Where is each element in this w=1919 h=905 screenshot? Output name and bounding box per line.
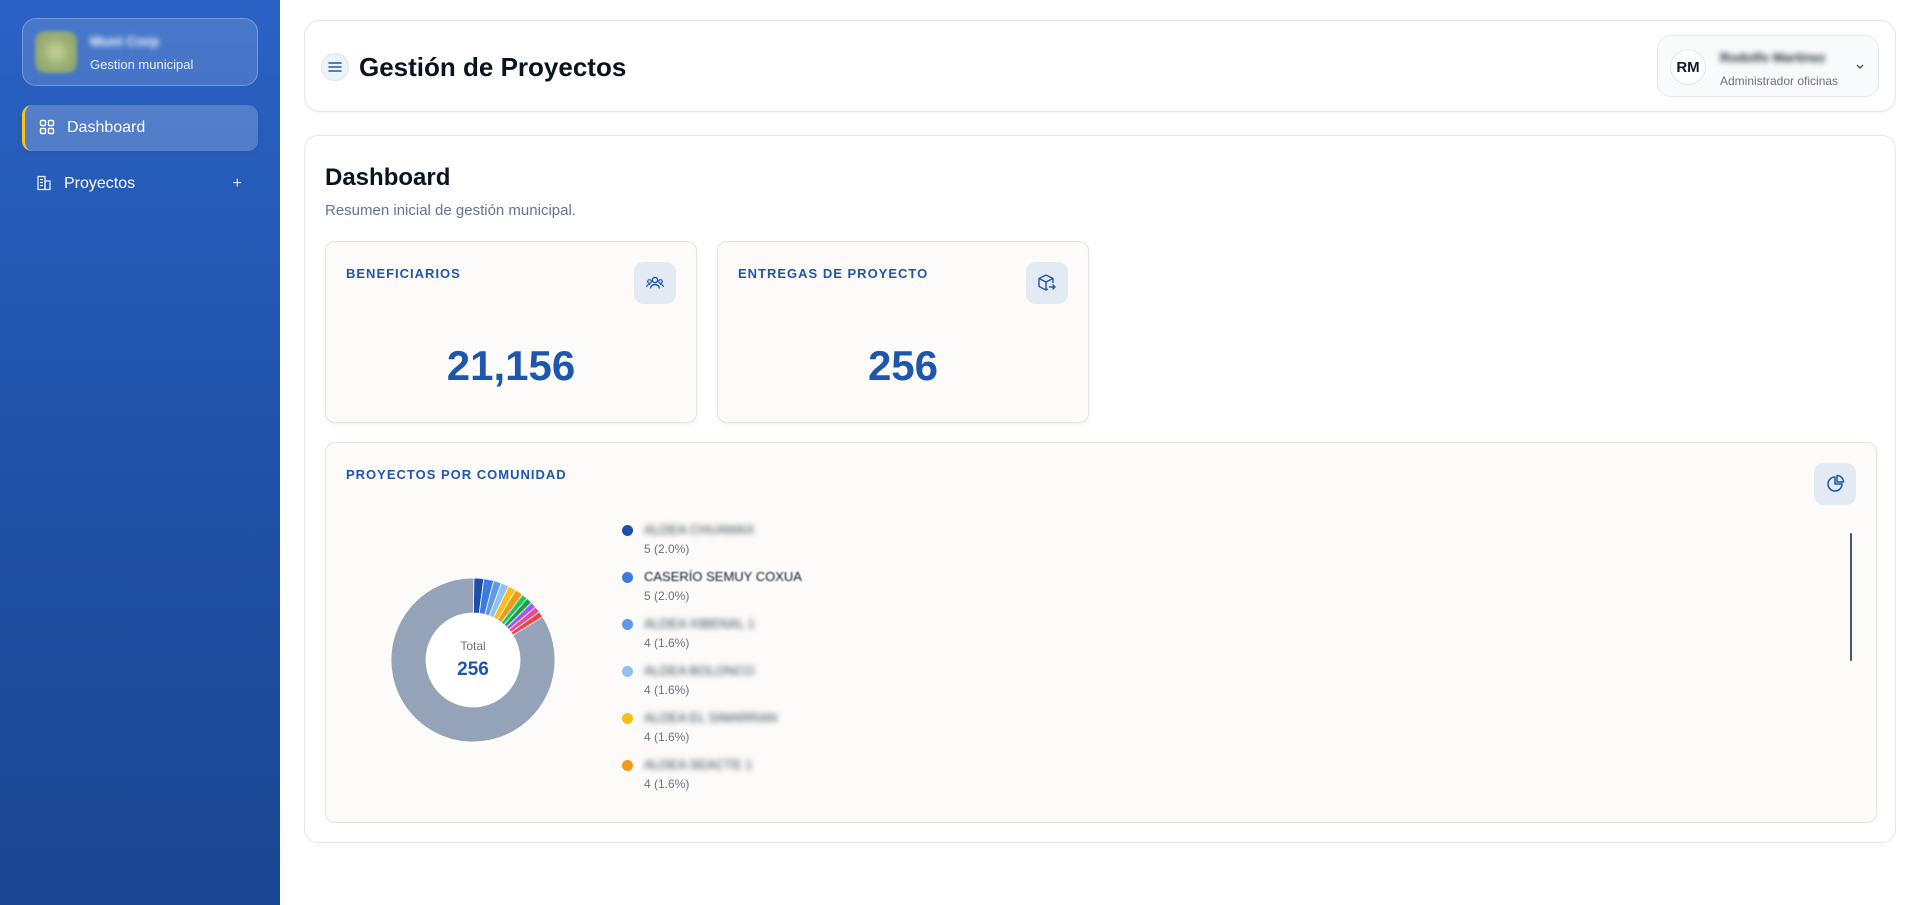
- beneficiarios-card: BENEFICIARIOS 21,156: [325, 241, 697, 423]
- top-header: Gestión de Proyectos RM Rodolfo Martinez…: [304, 20, 1896, 112]
- legend-value: 4 (1.6%): [644, 777, 690, 791]
- legend-dot: [622, 713, 633, 724]
- user-name: Rodolfo Martinez: [1720, 50, 1826, 65]
- section-title: Dashboard: [325, 164, 451, 191]
- menu-toggle-button[interactable]: [321, 53, 349, 81]
- legend-name: CASERÍO SEMUY COXUA: [644, 569, 802, 584]
- brand-logo: [35, 31, 77, 73]
- avatar: RM: [1670, 49, 1706, 85]
- legend-name: ALDEA XIBENAL 1: [644, 616, 755, 631]
- legend-value: 5 (2.0%): [644, 589, 690, 603]
- entregas-value: 256: [867, 342, 939, 389]
- legend-item[interactable]: ALDEA BOLONCO 4 (1.6%): [622, 662, 922, 709]
- chart-label: PROYECTOS POR COMUNIDAD: [346, 467, 567, 482]
- legend-dot: [622, 572, 633, 583]
- legend-value: 5 (2.0%): [644, 542, 690, 556]
- legend-name: ALDEA BOLONCO: [644, 663, 755, 678]
- legend-value: 4 (1.6%): [644, 683, 690, 697]
- chart-legend: ALDEA CHUAMAX 5 (2.0%) CASERÍO SEMUY COXUA…: [622, 521, 922, 803]
- legend-value: 4 (1.6%): [644, 730, 690, 744]
- legend-item[interactable]: ALDEA EL SIMARRAN 4 (1.6%): [622, 709, 922, 756]
- entregas-card: ENTREGAS DE PROYECTO 256: [717, 241, 1089, 423]
- card-icon-box: [634, 262, 676, 304]
- building-icon: [37, 175, 51, 191]
- section-subtitle: Resumen inicial de gestión municipal.: [325, 202, 576, 219]
- box-arrow-icon: [1038, 274, 1056, 291]
- legend-dot: [622, 619, 633, 630]
- donut-total-value: 256: [457, 659, 489, 680]
- sidebar-item-label: Dashboard: [67, 119, 146, 136]
- legend-dot: [622, 760, 633, 771]
- dashboard-panel: Dashboard Resumen inicial de gestión mun…: [304, 135, 1896, 843]
- legend-dot: [622, 525, 633, 536]
- legend-name: ALDEA CHUAMAX: [644, 522, 755, 537]
- pie-chart-icon: [1827, 474, 1845, 492]
- sidebar-item-label: Proyectos: [64, 175, 136, 192]
- chart-type-button[interactable]: [1814, 463, 1856, 505]
- grid-icon: [39, 119, 55, 135]
- legend-scrollbar[interactable]: [1850, 533, 1852, 661]
- chevron-down-icon: [1856, 64, 1864, 69]
- brand-name: Muni Corp: [90, 33, 160, 49]
- legend-item[interactable]: CASERÍO SEMUY COXUA 5 (2.0%): [622, 568, 922, 615]
- page-title: Gestión de Proyectos: [359, 52, 627, 82]
- proyectos-por-comunidad-card: PROYECTOS POR COMUNIDAD Total 256 ALDEA …: [325, 442, 1877, 823]
- expand-plus-icon[interactable]: +: [233, 175, 242, 193]
- donut-total-label: Total: [460, 639, 486, 653]
- user-role: Administrador oficinas: [1720, 74, 1839, 88]
- legend-item[interactable]: ALDEA XIBENAL 1 4 (1.6%): [622, 615, 922, 662]
- sidebar-item-proyectos[interactable]: Proyectos +: [22, 161, 258, 207]
- hamburger-icon: [328, 62, 342, 72]
- card-label: BENEFICIARIOS: [346, 266, 461, 281]
- legend-value: 4 (1.6%): [644, 636, 690, 650]
- brand-subtitle: Gestion municipal: [90, 57, 194, 72]
- beneficiarios-value: 21,156: [446, 342, 576, 389]
- sidebar-item-dashboard[interactable]: Dashboard: [22, 105, 258, 151]
- sidebar: Muni Corp Gestion municipal Dashboard Pr…: [0, 0, 280, 905]
- brand-card[interactable]: Muni Corp Gestion municipal: [22, 18, 258, 86]
- legend-item[interactable]: ALDEA CHUAMAX 5 (2.0%): [622, 521, 922, 568]
- legend-item[interactable]: ALDEA SEACTE 1 4 (1.6%): [622, 756, 922, 803]
- legend-name: ALDEA EL SIMARRAN: [644, 710, 778, 725]
- user-menu[interactable]: RM Rodolfo Martinez Administrador oficin…: [1657, 35, 1879, 97]
- users-icon: [645, 276, 665, 289]
- card-icon-box: [1026, 262, 1068, 304]
- card-label: ENTREGAS DE PROYECTO: [738, 266, 929, 281]
- legend-name: ALDEA SEACTE 1: [644, 757, 753, 772]
- legend-dot: [622, 666, 633, 677]
